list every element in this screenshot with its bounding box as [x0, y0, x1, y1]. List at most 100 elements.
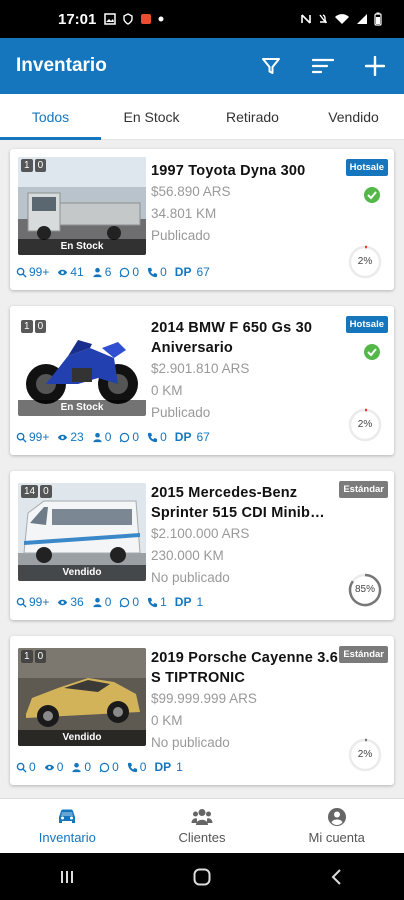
signal-icon: [357, 14, 367, 24]
views-stat: 0: [44, 760, 63, 774]
stock-label: Vendido: [18, 565, 146, 581]
nav-label: Mi cuenta: [308, 830, 365, 845]
whatsapp-stat: 0: [119, 430, 139, 444]
nav-mi-cuenta[interactable]: Mi cuenta: [269, 799, 404, 853]
whatsapp-icon: [120, 267, 130, 277]
plan-badge: Estándar: [339, 481, 388, 498]
completion-gauge: 2%: [348, 245, 382, 279]
whatsapp-icon: [99, 762, 110, 772]
publish-status: No publicado: [151, 735, 230, 750]
listing-card[interactable]: 1 0 Vendido 2019 Porsche Cayenne 3.6 S T…: [10, 636, 394, 785]
searches-stat: 99+: [16, 430, 49, 444]
vehicle-price: $99.999.999 ARS: [151, 691, 257, 706]
status-time: 17:01: [58, 10, 97, 28]
eye-icon: [58, 269, 68, 275]
vehicle-photo: 14 0 Vendido: [18, 483, 146, 581]
home-icon[interactable]: [192, 867, 212, 887]
plan-badge: Hotsale: [345, 316, 388, 333]
sort-button[interactable]: [306, 49, 340, 83]
completion-gauge: 85%: [348, 573, 382, 607]
add-button[interactable]: [358, 49, 392, 83]
contacts-stat: 6: [92, 265, 111, 279]
person-icon: [72, 762, 81, 772]
listing-card[interactable]: 1 0 En Stock 1997 Toyota Dyna 300 $56.89…: [10, 149, 394, 290]
phone-icon: [148, 597, 158, 607]
nfc-icon: [301, 14, 311, 24]
back-icon[interactable]: [327, 867, 347, 887]
searches-stat: 99+: [16, 595, 49, 609]
person-icon: [93, 432, 102, 442]
dp-stat: DP 67: [174, 430, 210, 444]
completion-gauge: 2%: [348, 738, 382, 772]
users-icon: [191, 809, 213, 825]
stock-label: Vendido: [18, 730, 146, 746]
vehicle-km: 230.000 KM: [151, 548, 224, 563]
vehicle-km: 34.801 KM: [151, 206, 217, 221]
wifi-icon: [335, 14, 349, 24]
tab-retirado[interactable]: Retirado: [202, 94, 303, 139]
nav-clientes[interactable]: Clientes: [135, 799, 270, 853]
listing-card[interactable]: 1 0 En Stock 2014 BMW F 650 Gs 30 Aniver…: [10, 306, 394, 455]
system-icons: [300, 12, 382, 26]
tab-todos[interactable]: Todos: [0, 94, 101, 140]
recent-apps-icon[interactable]: [57, 867, 77, 887]
gallery-icon: [104, 13, 117, 25]
battery-icon: [374, 12, 382, 26]
dp-stat: DP 1: [174, 595, 204, 609]
inventory-list: 1 0 En Stock 1997 Toyota Dyna 300 $56.89…: [0, 140, 404, 798]
media-count: 1 0: [21, 159, 47, 172]
plan-badge: Estándar: [339, 646, 388, 663]
phone-icon: [148, 267, 158, 277]
listing-info: 2014 BMW F 650 Gs 30 Aniversario $2.901.…: [151, 318, 341, 424]
completion-percent: 85%: [354, 584, 375, 595]
eye-icon: [58, 599, 68, 605]
account-icon: [327, 808, 346, 826]
contacts-stat: 0: [92, 595, 111, 609]
completion-percent: 2%: [357, 749, 373, 760]
filter-button[interactable]: [254, 49, 288, 83]
whatsapp-icon: [120, 432, 130, 442]
vehicle-price: $56.890 ARS: [151, 184, 231, 199]
views-stat: 36: [57, 595, 84, 609]
verified-icon: [364, 187, 380, 203]
media-count: 1 0: [21, 650, 47, 663]
vehicle-title: 2019 Porsche Cayenne 3.6 S TIPTRONIC: [151, 650, 338, 686]
notification-icons: [104, 13, 164, 25]
search-icon: [16, 597, 27, 608]
tab-en-stock[interactable]: En Stock: [101, 94, 202, 139]
whatsapp-icon: [120, 597, 130, 607]
searches-stat: 99+: [16, 265, 49, 279]
whatsapp-stat: 0: [99, 760, 119, 774]
phone-icon: [127, 762, 137, 772]
app-bar: Inventario: [0, 38, 404, 94]
nav-label: Clientes: [178, 830, 226, 845]
calls-stat: 0: [147, 430, 167, 444]
listing-stats: 0 0 0 0 0 DP 1: [16, 760, 183, 774]
photo-count: 14: [21, 485, 39, 498]
eye-icon: [58, 434, 68, 440]
publish-status: Publicado: [151, 405, 211, 420]
video-count: 0: [34, 159, 47, 172]
stock-label: En Stock: [18, 400, 146, 416]
listing-info: 2015 Mercedes-Benz Sprinter 515 CDI Mini…: [151, 483, 341, 589]
contacts-stat: 0: [92, 430, 111, 444]
video-count: 0: [34, 320, 47, 333]
vehicle-title: 1997 Toyota Dyna 300: [151, 163, 306, 179]
media-count: 1 0: [21, 320, 47, 333]
views-stat: 41: [57, 265, 84, 279]
vehicle-photo: 1 0 Vendido: [18, 648, 146, 746]
photo-count: 1: [21, 650, 33, 663]
tab-vendido[interactable]: Vendido: [303, 94, 404, 139]
vehicle-km: 0 KM: [151, 713, 183, 728]
listing-stats: 99+ 36 0 0 1 DP 1: [16, 595, 203, 609]
stock-label: En Stock: [18, 239, 146, 255]
nav-label: Inventario: [38, 830, 96, 845]
whatsapp-stat: 0: [119, 265, 139, 279]
system-navigation-bar: [0, 853, 404, 900]
nav-inventario[interactable]: Inventario: [0, 799, 135, 853]
app-bar-actions: [254, 38, 392, 94]
calls-stat: 0: [147, 265, 167, 279]
listing-card[interactable]: 14 0 Vendido 2015 Mercedes-Benz Sprinter…: [10, 471, 394, 620]
completion-percent: 2%: [357, 256, 373, 267]
car-icon: [59, 809, 76, 823]
